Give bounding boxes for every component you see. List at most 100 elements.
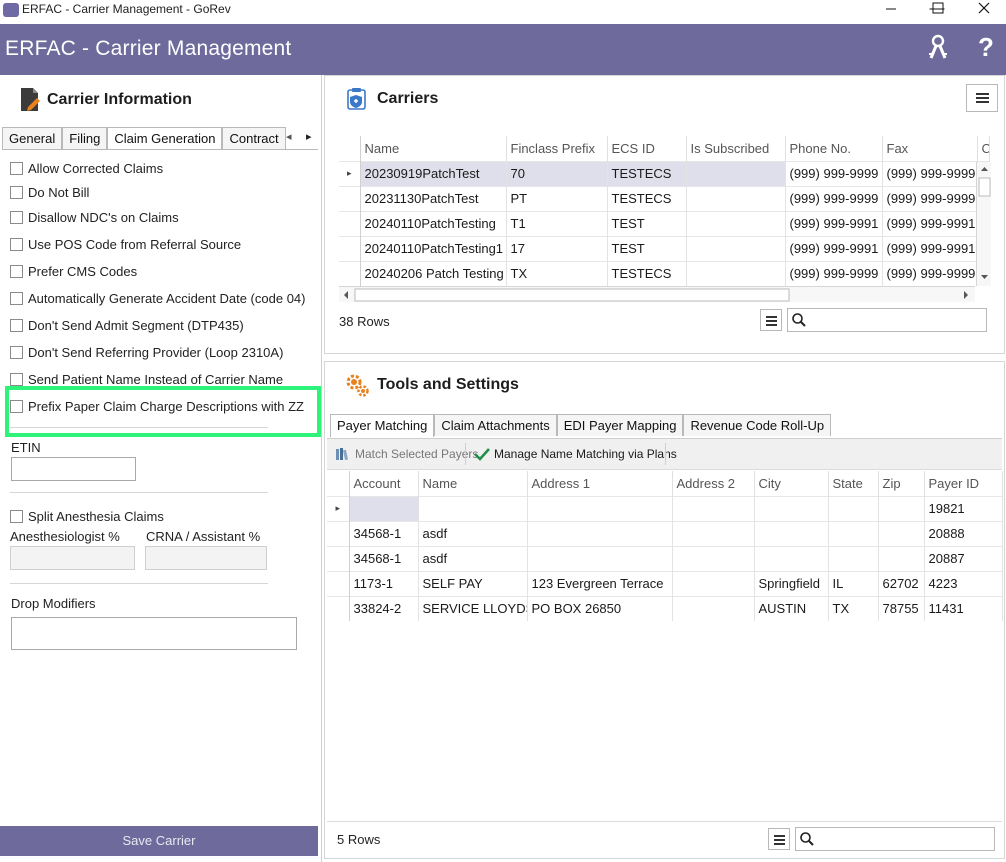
- table-cell[interactable]: TESTECS: [607, 260, 687, 286]
- carriers-column-menu-button[interactable]: [760, 309, 782, 331]
- tab-edi-payer-mapping[interactable]: EDI Payer Mapping: [556, 414, 684, 436]
- table-cell[interactable]: IL: [828, 570, 879, 596]
- table-cell[interactable]: 11431: [924, 595, 1003, 621]
- table-cell[interactable]: 17: [506, 235, 608, 261]
- column-header[interactable]: Ci: [977, 136, 990, 161]
- table-cell[interactable]: 62702: [878, 570, 925, 596]
- manage-name-matching-button[interactable]: Manage Name Matching via Plans: [473, 447, 677, 461]
- checkbox-disallow-ndc[interactable]: Disallow NDC's on Claims: [10, 210, 179, 225]
- table-cell[interactable]: [418, 495, 528, 521]
- tab-contract[interactable]: Contract: [222, 127, 286, 149]
- save-carrier-button[interactable]: Save Carrier: [0, 826, 318, 856]
- table-cell[interactable]: asdf: [418, 545, 528, 571]
- table-cell[interactable]: [527, 545, 673, 571]
- checkbox-split-anesthesia[interactable]: Split Anesthesia Claims: [10, 509, 164, 524]
- table-cell[interactable]: (999) 999-9991: [785, 210, 883, 236]
- table-row[interactable]: ▸ 19821: [327, 495, 1003, 521]
- maximize-button[interactable]: [914, 0, 960, 22]
- table-cell[interactable]: TX: [506, 260, 608, 286]
- checkbox-box[interactable]: [10, 373, 23, 386]
- checkbox-box[interactable]: [10, 510, 23, 523]
- column-header[interactable]: Payer ID: [924, 471, 1003, 496]
- table-cell[interactable]: [878, 545, 925, 571]
- table-cell[interactable]: 20240206 Patch Testing: [360, 260, 507, 286]
- table-cell[interactable]: (999) 999-9999: [785, 260, 883, 286]
- table-cell[interactable]: [754, 545, 829, 571]
- table-cell[interactable]: [686, 210, 786, 236]
- table-cell[interactable]: [349, 495, 419, 521]
- table-cell[interactable]: 70: [506, 160, 608, 186]
- crna-input[interactable]: [145, 546, 267, 570]
- tab-claim-generation[interactable]: Claim Generation: [107, 127, 223, 150]
- checkbox-box[interactable]: [10, 162, 23, 175]
- carriers-horizontal-scrollbar[interactable]: [339, 286, 975, 302]
- checkbox-box[interactable]: [10, 346, 23, 359]
- checkbox-no-admit-segment[interactable]: Don't Send Admit Segment (DTP435): [10, 318, 244, 333]
- table-cell[interactable]: (999) 999-9999: [785, 160, 883, 186]
- tab-filing[interactable]: Filing: [62, 127, 108, 149]
- table-cell[interactable]: TX: [828, 595, 879, 621]
- carriers-search-input[interactable]: [810, 311, 982, 329]
- column-header[interactable]: ECS ID: [607, 136, 687, 161]
- table-cell[interactable]: Springfield: [754, 570, 829, 596]
- table-cell[interactable]: TEST: [607, 235, 687, 261]
- payers-search-box[interactable]: [795, 827, 995, 851]
- table-cell[interactable]: PO BOX 26850: [527, 595, 673, 621]
- table-row[interactable]: 33824-2 SERVICE LLOYDS PO BOX 26850 AUST…: [327, 595, 1003, 621]
- table-cell[interactable]: [686, 260, 786, 286]
- table-row[interactable]: 34568-1 asdf 20888: [327, 520, 1003, 546]
- table-cell[interactable]: [672, 495, 755, 521]
- minimize-icon[interactable]: [880, 0, 900, 20]
- checkbox-allow-corrected-claims[interactable]: Allow Corrected Claims: [10, 161, 163, 176]
- table-cell[interactable]: [828, 545, 879, 571]
- keys-icon[interactable]: [924, 32, 956, 64]
- table-cell[interactable]: PT: [506, 185, 608, 211]
- column-header[interactable]: Zip: [878, 471, 925, 496]
- table-cell[interactable]: (999) 999-9999: [882, 185, 978, 211]
- carriers-menu-button[interactable]: [966, 84, 998, 112]
- table-cell[interactable]: 4223: [924, 570, 1003, 596]
- checkbox-box[interactable]: [10, 211, 23, 224]
- tab-prev-icon[interactable]: ◂: [286, 130, 292, 143]
- table-cell[interactable]: 20240110PatchTesting1: [360, 235, 507, 261]
- column-header[interactable]: Fax: [882, 136, 978, 161]
- table-cell[interactable]: [672, 520, 755, 546]
- table-cell[interactable]: 20887: [924, 545, 1003, 571]
- checkbox-send-patient-name[interactable]: Send Patient Name Instead of Carrier Nam…: [10, 372, 283, 387]
- table-cell[interactable]: [686, 160, 786, 186]
- table-cell[interactable]: [828, 520, 879, 546]
- checkbox-do-not-bill[interactable]: Do Not Bill: [10, 185, 89, 200]
- table-cell[interactable]: (999) 999-9999: [882, 160, 978, 186]
- column-header[interactable]: Address 1: [527, 471, 673, 496]
- checkbox-prefer-cms-codes[interactable]: Prefer CMS Codes: [10, 264, 137, 279]
- table-cell[interactable]: (999) 999-9999: [882, 260, 978, 286]
- match-selected-payers-button[interactable]: Match Selected Payers: [335, 447, 478, 461]
- table-cell[interactable]: 19821: [924, 495, 1003, 521]
- drop-modifiers-input[interactable]: [11, 617, 297, 650]
- carriers-search-box[interactable]: [787, 308, 987, 332]
- column-header[interactable]: Name: [418, 471, 528, 496]
- checkbox-box[interactable]: [10, 292, 23, 305]
- help-icon[interactable]: ?: [970, 32, 1002, 64]
- table-cell[interactable]: [672, 545, 755, 571]
- tab-claim-attachments[interactable]: Claim Attachments: [434, 414, 557, 436]
- table-cell[interactable]: (999) 999-9991: [882, 210, 978, 236]
- column-header[interactable]: Is Subscribed: [686, 136, 786, 161]
- table-cell[interactable]: (999) 999-9999: [785, 185, 883, 211]
- table-cell[interactable]: [527, 495, 673, 521]
- column-header[interactable]: State: [828, 471, 879, 496]
- table-cell[interactable]: TEST: [607, 210, 687, 236]
- close-window-button[interactable]: [960, 0, 1006, 22]
- carriers-vertical-scrollbar[interactable]: [976, 162, 991, 286]
- table-row[interactable]: 20231130PatchTest PT TESTECS (999) 999-9…: [339, 185, 990, 211]
- table-cell[interactable]: 78755: [878, 595, 925, 621]
- checkbox-box[interactable]: [10, 265, 23, 278]
- column-header[interactable]: Finclass Prefix: [506, 136, 608, 161]
- table-cell[interactable]: 123 Evergreen Terrace: [527, 570, 673, 596]
- table-cell[interactable]: asdf: [418, 520, 528, 546]
- checkbox-box[interactable]: [10, 238, 23, 251]
- table-cell[interactable]: TESTECS: [607, 160, 687, 186]
- checkbox-box[interactable]: [10, 186, 23, 199]
- table-cell[interactable]: 20240110PatchTesting: [360, 210, 507, 236]
- table-cell[interactable]: [672, 570, 755, 596]
